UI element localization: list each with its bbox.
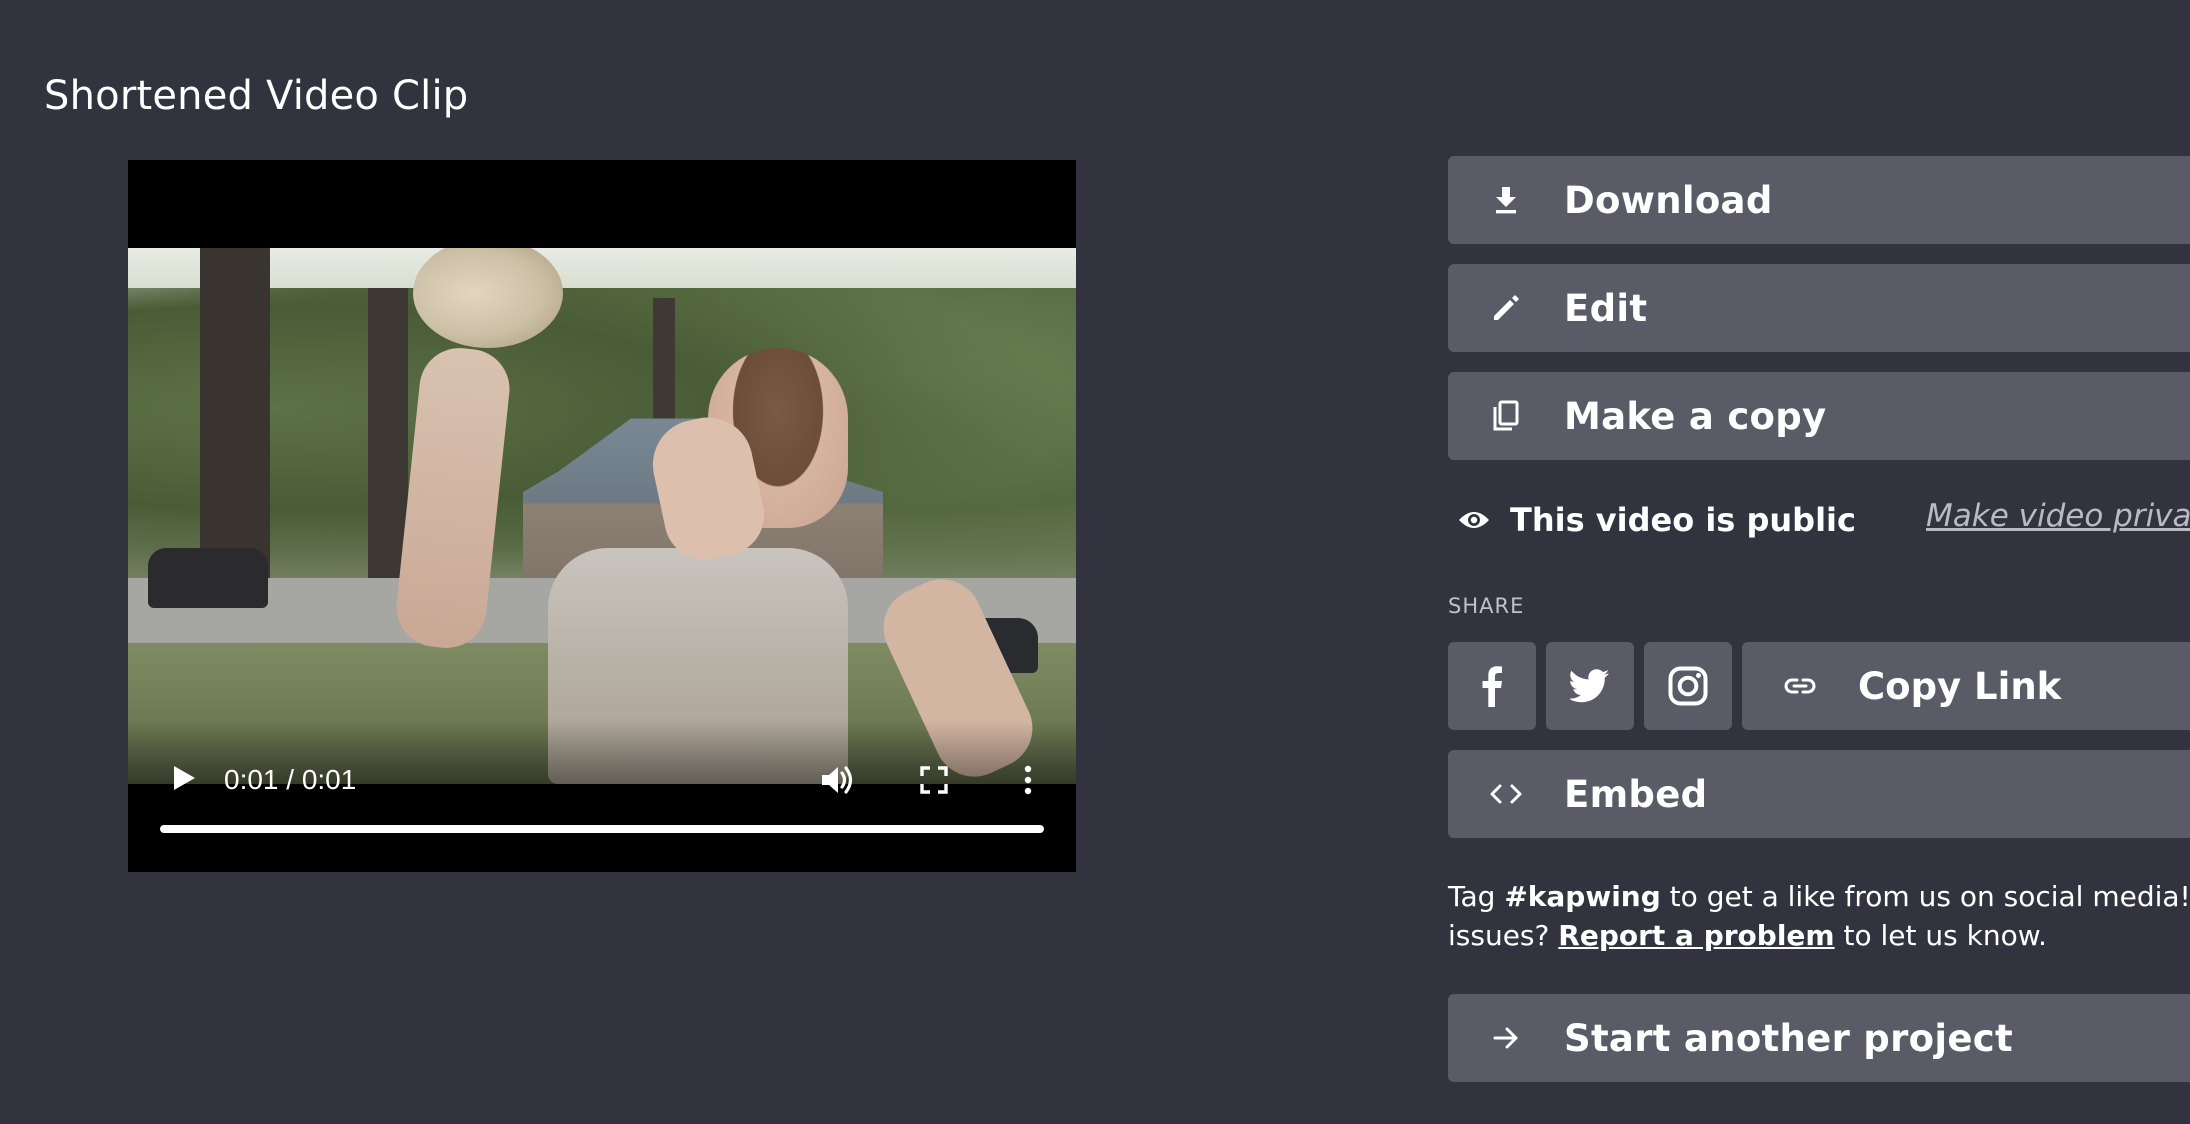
arrow-right-icon	[1448, 1026, 1564, 1050]
more-options-button[interactable]	[1008, 758, 1048, 802]
link-icon	[1742, 677, 1858, 695]
download-label: Download	[1564, 178, 1773, 222]
start-another-project-button[interactable]: Start another project	[1448, 994, 2190, 1082]
embed-label: Embed	[1564, 772, 1708, 816]
twitter-share-button[interactable]	[1546, 642, 1634, 730]
report-problem-link[interactable]: Report a problem	[1558, 919, 1834, 952]
copy-icon	[1448, 399, 1564, 433]
fullscreen-icon	[920, 766, 948, 794]
instagram-share-button[interactable]	[1644, 642, 1732, 730]
play-icon	[174, 766, 195, 790]
embed-button[interactable]: Embed	[1448, 750, 2190, 838]
play-button[interactable]	[164, 758, 204, 798]
instagram-icon	[1668, 666, 1708, 706]
make-private-link[interactable]: Make video private	[1926, 498, 2190, 534]
copy-link-button[interactable]: Copy Link	[1742, 642, 2190, 730]
page-title: Shortened Video Clip	[44, 73, 469, 119]
facebook-icon	[1482, 666, 1502, 707]
start-another-project-label: Start another project	[1564, 1016, 2013, 1060]
fullscreen-button[interactable]	[912, 758, 956, 802]
edit-label: Edit	[1564, 286, 1648, 330]
volume-button[interactable]	[816, 758, 860, 802]
make-copy-label: Make a copy	[1564, 394, 1827, 438]
make-copy-button[interactable]: Make a copy	[1448, 372, 2190, 460]
more-vertical-icon	[1024, 765, 1032, 795]
time-display: 0:01 / 0:01	[224, 764, 357, 795]
kapwing-tag-note: Tag #kapwing to get a like from us on so…	[1448, 880, 2190, 952]
code-icon	[1448, 783, 1564, 805]
copy-link-label: Copy Link	[1858, 664, 2062, 708]
kapwing-hashtag: #kapwing	[1504, 880, 1661, 913]
visibility-status: This video is public	[1510, 501, 1856, 539]
pencil-icon	[1448, 293, 1564, 323]
download-icon	[1448, 185, 1564, 215]
scene-car	[148, 548, 268, 608]
download-button[interactable]: Download	[1448, 156, 2190, 244]
share-heading: SHARE	[1448, 594, 1525, 618]
facebook-share-button[interactable]	[1448, 642, 1536, 730]
eye-icon	[1448, 508, 1500, 532]
video-frame	[128, 248, 1076, 784]
progress-bar[interactable]	[160, 825, 1044, 833]
twitter-icon	[1570, 669, 1609, 703]
edit-button[interactable]: Edit	[1448, 264, 2190, 352]
volume-icon	[822, 766, 853, 794]
